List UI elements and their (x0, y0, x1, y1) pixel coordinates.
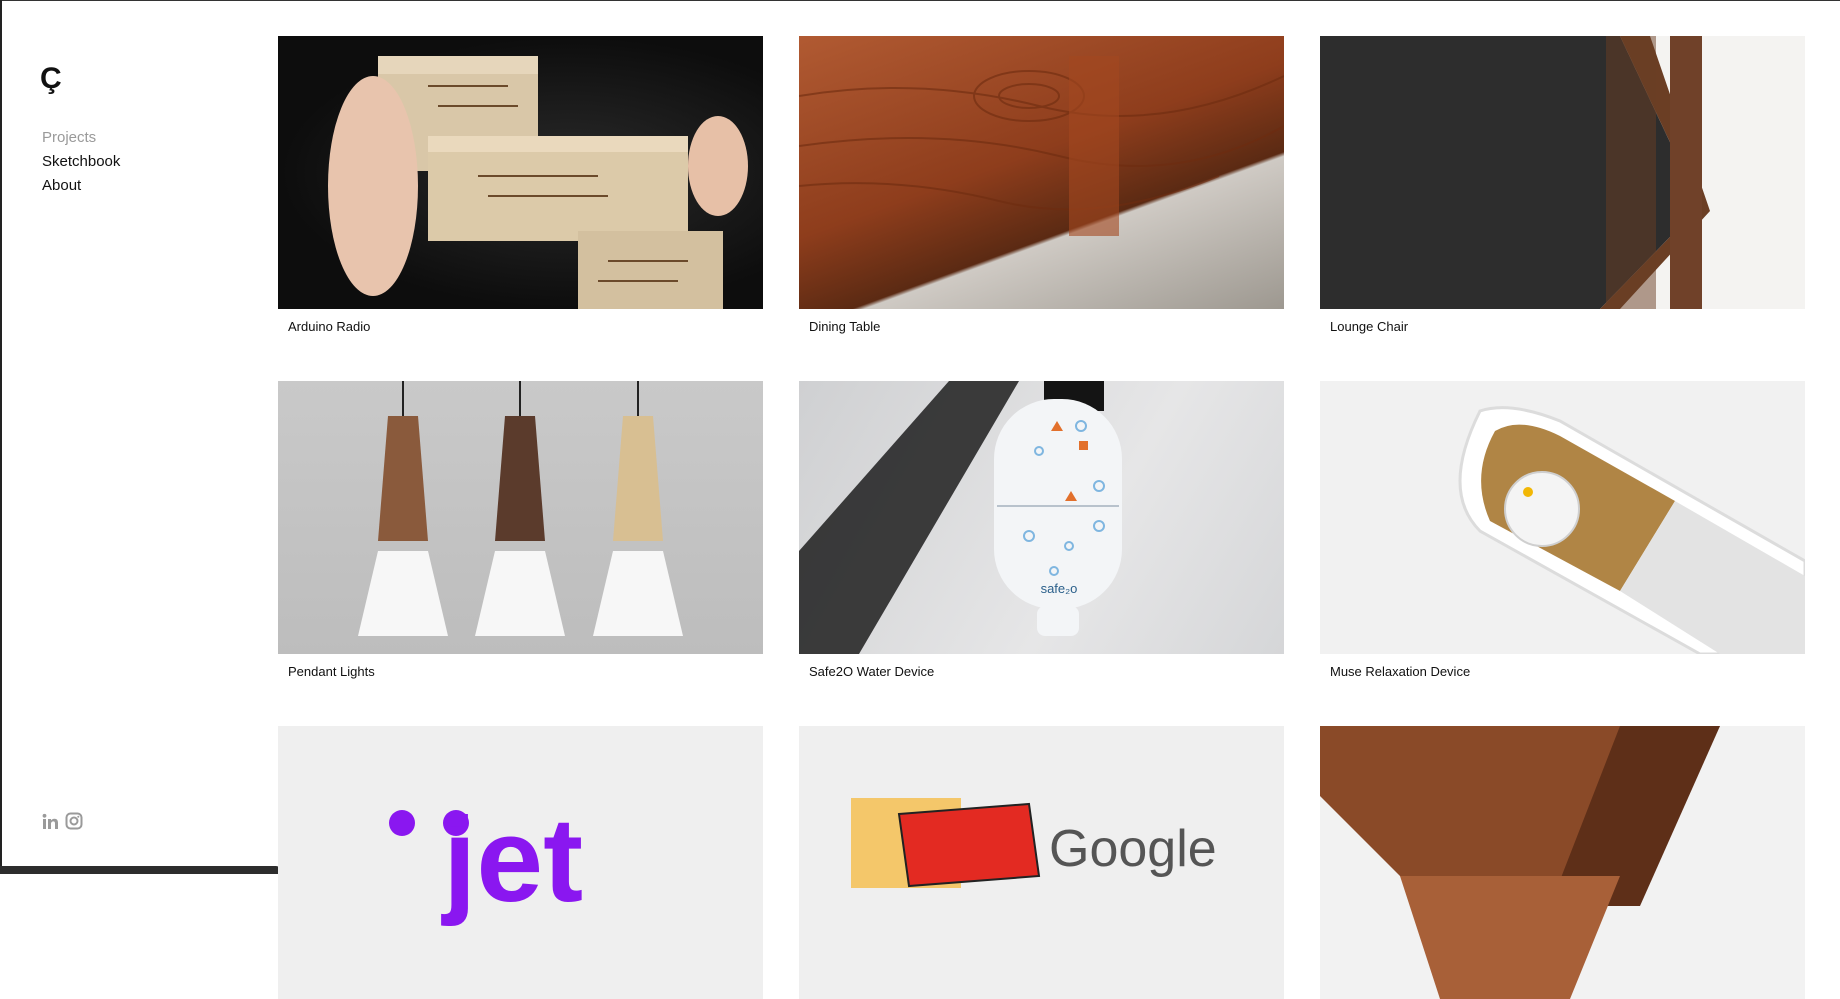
project-thumbnail[interactable] (278, 36, 763, 309)
project-card-muse[interactable]: Muse Relaxation Device (1320, 381, 1805, 679)
project-card-jet[interactable]: jet (278, 726, 763, 999)
project-title[interactable]: Arduino Radio (288, 319, 370, 334)
instagram-icon[interactable] (65, 812, 83, 835)
table-image-art (799, 56, 1284, 236)
main-nav: Projects Sketchbook About (42, 126, 120, 198)
sidebar: Ç Projects Sketchbook About (0, 0, 280, 874)
project-thumbnail[interactable] (278, 381, 763, 654)
window-top-border (0, 0, 1840, 1)
project-card-google[interactable]: Google (799, 726, 1284, 999)
nav-about[interactable]: About (42, 174, 120, 198)
project-thumbnail[interactable]: jet (278, 726, 763, 999)
browser-status-bar (0, 866, 280, 874)
jet-wordmark: jet (441, 793, 583, 927)
project-thumbnail[interactable] (1320, 726, 1805, 999)
project-card-pendant-lights[interactable]: Pendant Lights (278, 381, 763, 679)
project-thumbnail[interactable] (1320, 381, 1805, 654)
project-title[interactable]: Safe2O Water Device (809, 664, 934, 679)
project-thumbnail[interactable] (799, 36, 1284, 309)
project-thumbnail[interactable]: safe₂o (799, 381, 1284, 654)
safe2o-image-art: safe₂o (799, 381, 1122, 654)
google-image-art: Google (851, 798, 1217, 888)
project-title[interactable]: Pendant Lights (288, 664, 375, 679)
safe2o-label: safe₂o (1041, 581, 1078, 596)
pendant-image-art (358, 381, 683, 636)
project-card-dining-table[interactable]: Dining Table (799, 36, 1284, 334)
project-card-safe2o[interactable]: safe₂o Safe2O Water Device (799, 381, 1284, 679)
site-logo[interactable]: Ç (40, 64, 62, 94)
project-thumbnail[interactable]: Google (799, 726, 1284, 999)
project-card-stool[interactable] (1320, 726, 1805, 999)
radio-image-art (328, 56, 748, 309)
chair-image-art (1320, 36, 1710, 309)
project-card-lounge-chair[interactable]: Lounge Chair (1320, 36, 1805, 334)
muse-image-art (1458, 406, 1805, 654)
nav-sketchbook[interactable]: Sketchbook (42, 150, 120, 174)
nav-projects[interactable]: Projects (42, 126, 120, 150)
stool-image-art (1320, 726, 1720, 999)
project-thumbnail[interactable] (1320, 36, 1805, 309)
project-title[interactable]: Lounge Chair (1330, 319, 1408, 334)
project-title[interactable]: Muse Relaxation Device (1330, 664, 1470, 679)
linkedin-icon[interactable] (42, 813, 59, 835)
project-title[interactable]: Dining Table (809, 319, 880, 334)
social-links (42, 812, 83, 835)
google-wordmark: Google (1049, 820, 1217, 878)
project-card-arduino-radio[interactable]: Arduino Radio (278, 36, 763, 334)
jet-image-art: jet (389, 793, 583, 927)
